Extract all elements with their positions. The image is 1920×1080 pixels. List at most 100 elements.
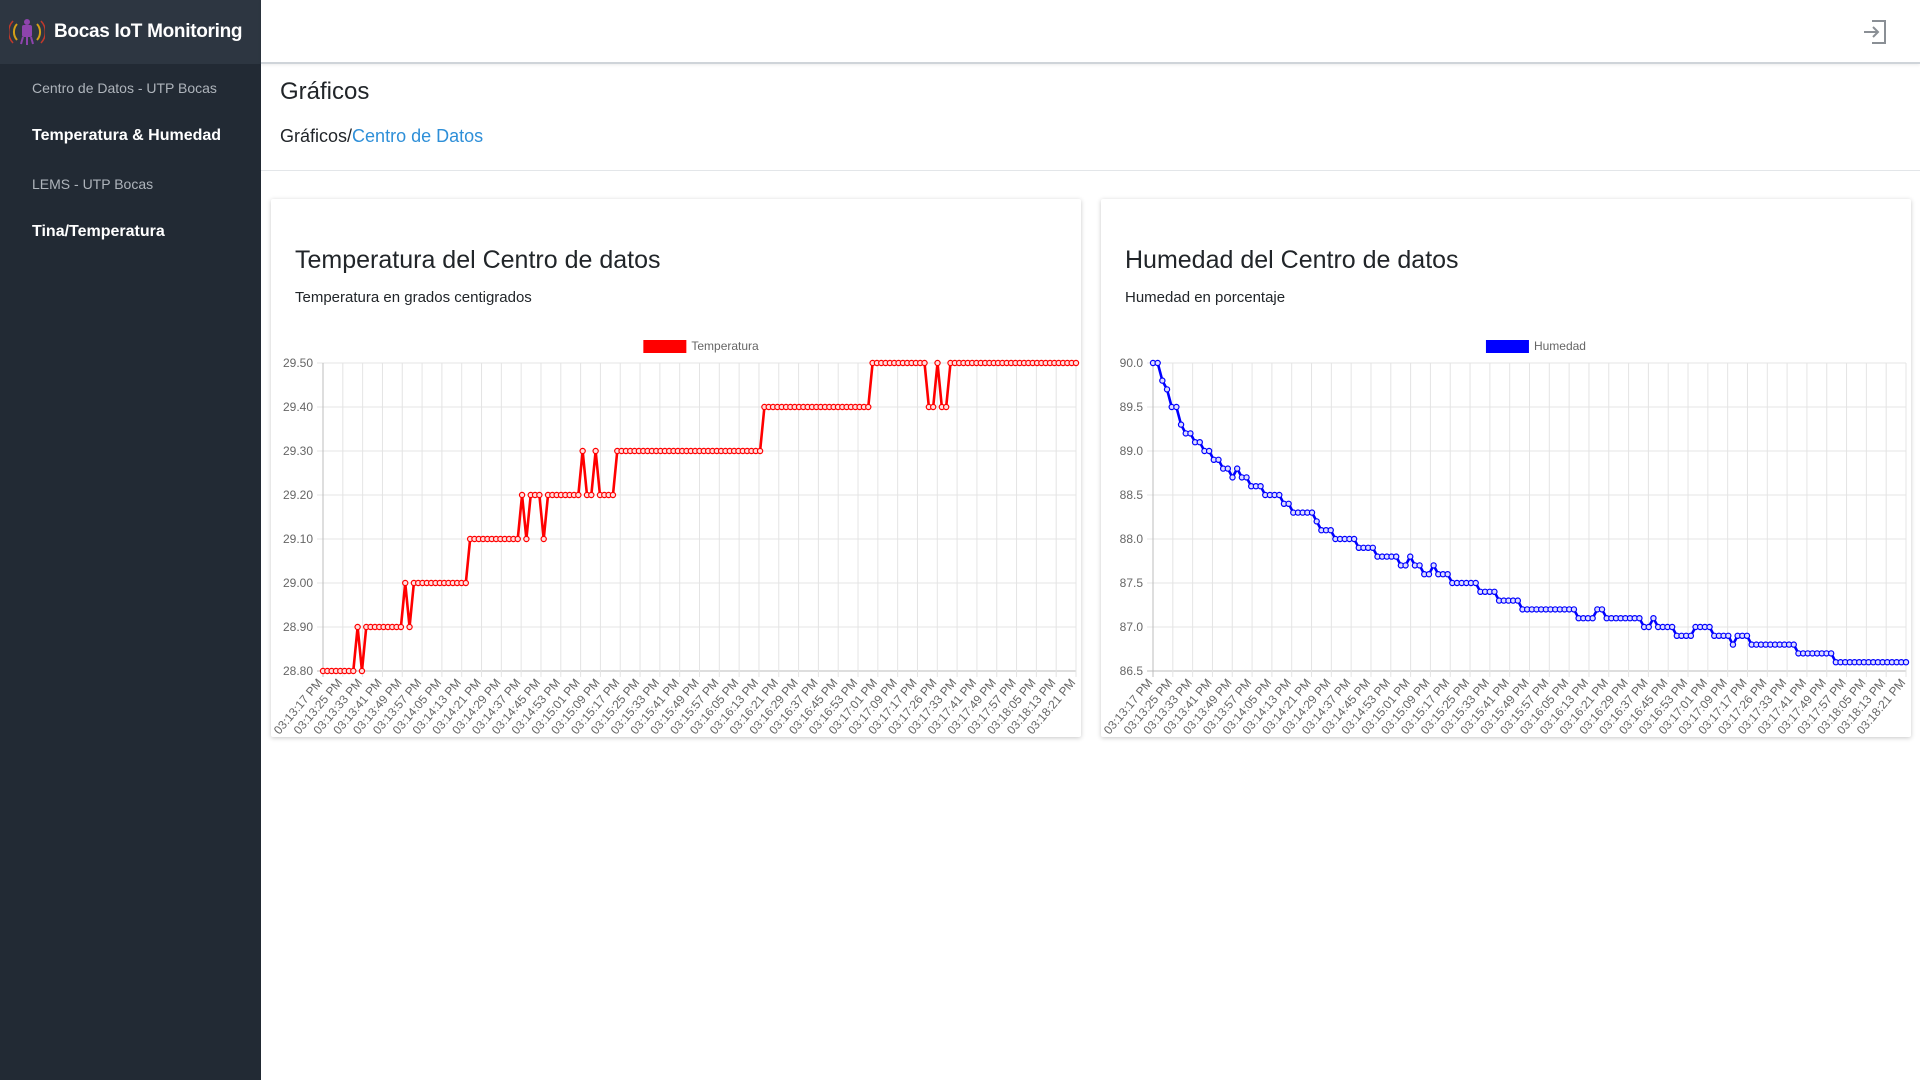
humidity-card-subtitle: Humedad en porcentaje bbox=[1125, 289, 1286, 306]
sidebar-item-tina-temperatura[interactable]: Tina/Temperatura bbox=[0, 208, 261, 256]
humidity-data-point bbox=[1598, 606, 1606, 613]
temperature-data-point bbox=[942, 403, 950, 411]
temperature-data-point bbox=[462, 579, 470, 587]
temperature-data-point bbox=[514, 535, 521, 543]
temperature-data-point bbox=[540, 535, 547, 543]
humidity-legend-swatch bbox=[1485, 340, 1529, 353]
temperature-data-point bbox=[523, 535, 530, 543]
temperature-y-tick-label: 29.30 bbox=[283, 444, 313, 458]
breadcrumb-root[interactable]: Gráficos bbox=[280, 126, 347, 146]
humidity-data-point bbox=[1706, 623, 1713, 631]
humidity-chart: Humedad90.089.589.088.588.087.587.086.50… bbox=[1101, 339, 1910, 737]
humidity-data-point bbox=[1229, 474, 1236, 481]
humidity-data-point bbox=[1725, 632, 1732, 639]
top-bar bbox=[261, 0, 1920, 64]
humidity-data-point bbox=[1313, 518, 1320, 525]
humidity-data-point bbox=[1350, 535, 1358, 543]
humidity-data-point bbox=[1327, 526, 1334, 534]
humidity-data-point bbox=[1205, 447, 1213, 455]
humidity-data-point bbox=[1636, 615, 1643, 622]
temperature-data-point bbox=[588, 491, 595, 499]
temperature-data-point bbox=[406, 623, 413, 631]
humidity-data-point bbox=[1645, 623, 1652, 631]
humidity-data-point bbox=[1187, 430, 1194, 437]
humidity-data-point bbox=[1444, 570, 1451, 578]
humidity-data-point bbox=[1430, 562, 1437, 569]
humidity-data-point bbox=[1425, 570, 1433, 578]
temperature-legend-swatch bbox=[643, 340, 687, 353]
humidity-data-point bbox=[1687, 632, 1695, 639]
temperature-data-point bbox=[592, 447, 599, 455]
humidity-data-point bbox=[1369, 544, 1377, 551]
temperature-data-point bbox=[929, 403, 937, 411]
app-title: Bocas IoT Monitoring bbox=[54, 21, 243, 42]
temperature-y-tick-label: 29.40 bbox=[283, 400, 313, 414]
humidity-data-point bbox=[1790, 641, 1797, 648]
humidity-data-point bbox=[1154, 359, 1161, 367]
humidity-y-tick-label: 89.0 bbox=[1120, 444, 1144, 458]
temperature-data-point bbox=[609, 491, 617, 499]
humidity-data-point bbox=[1472, 579, 1479, 587]
temperature-y-tick-label: 29.10 bbox=[283, 532, 313, 546]
humidity-data-point bbox=[1589, 615, 1596, 622]
temperature-data-point bbox=[921, 359, 928, 367]
temperature-y-tick-label: 29.00 bbox=[283, 576, 313, 590]
temperature-data-point bbox=[518, 491, 526, 499]
sidebar-item-temperatura-humedad[interactable]: Temperatura & Humedad bbox=[0, 112, 261, 160]
humidity-data-point bbox=[1729, 641, 1737, 648]
humidity-data-point bbox=[1407, 553, 1414, 560]
temperature-data-point bbox=[397, 623, 405, 631]
temperature-data-point bbox=[575, 491, 582, 499]
humidity-data-point bbox=[1163, 386, 1171, 393]
humidity-data-point bbox=[1308, 509, 1316, 516]
iot-satellite-logo-icon bbox=[9, 19, 45, 45]
temperature-y-tick-label: 29.20 bbox=[283, 488, 313, 502]
temperature-card: Temperatura del Centro de datos Temperat… bbox=[271, 199, 1081, 737]
humidity-y-tick-label: 89.5 bbox=[1120, 400, 1144, 414]
humidity-data-point bbox=[1173, 403, 1180, 411]
humidity-data-point bbox=[1233, 465, 1241, 472]
humidity-data-point bbox=[1827, 650, 1835, 657]
temperature-data-point bbox=[402, 579, 409, 587]
humidity-data-point bbox=[1177, 421, 1185, 428]
humidity-data-point bbox=[1491, 588, 1498, 595]
temperature-legend-label: Temperatura bbox=[691, 339, 759, 353]
temperature-data-point bbox=[934, 359, 941, 367]
breadcrumb-current[interactable]: Centro de Datos bbox=[352, 126, 483, 146]
temperature-card-subtitle: Temperatura en grados centigrados bbox=[295, 289, 532, 306]
temperature-data-point bbox=[579, 447, 586, 455]
humidity-data-point bbox=[1402, 562, 1409, 569]
humidity-data-point bbox=[1668, 623, 1676, 631]
temperature-data-point bbox=[865, 403, 872, 411]
brand[interactable]: Bocas IoT Monitoring bbox=[0, 0, 261, 64]
humidity-y-tick-label: 88.0 bbox=[1120, 532, 1144, 546]
humidity-y-tick-label: 87.5 bbox=[1120, 576, 1144, 590]
humidity-data-point bbox=[1650, 615, 1657, 622]
humidity-data-point bbox=[1196, 438, 1203, 446]
humidity-y-tick-label: 86.5 bbox=[1120, 664, 1144, 678]
humidity-data-point bbox=[1224, 465, 1232, 472]
humidity-data-point bbox=[1743, 632, 1751, 639]
temperature-data-point bbox=[354, 623, 361, 631]
humidity-legend-label: Humedad bbox=[1534, 339, 1586, 353]
logout-icon[interactable] bbox=[1861, 18, 1889, 46]
temperature-y-tick-label: 28.80 bbox=[283, 664, 313, 678]
humidity-data-point bbox=[1243, 474, 1250, 481]
humidity-data-point bbox=[1215, 456, 1222, 463]
humidity-data-point bbox=[1285, 500, 1292, 507]
humidity-data-point bbox=[1902, 659, 1910, 666]
temperature-data-point bbox=[358, 667, 366, 675]
humidity-data-point bbox=[1514, 597, 1522, 604]
sidebar-header-lems: LEMS - UTP Bocas bbox=[32, 176, 154, 192]
page-header: Gráficos Gráficos/Centro de Datos bbox=[261, 66, 1920, 171]
sidebar-header-centro-de-datos: Centro de Datos - UTP Bocas bbox=[32, 80, 217, 96]
sidebar-nav: Centro de Datos - UTP Bocas Temperatura … bbox=[0, 64, 261, 256]
temperature-y-tick-label: 28.90 bbox=[283, 620, 313, 634]
humidity-data-point bbox=[1570, 606, 1578, 613]
temperature-data-point bbox=[350, 667, 357, 675]
sidebar: Bocas IoT Monitoring Centro de Datos - U… bbox=[0, 0, 261, 1080]
humidity-data-point bbox=[1393, 553, 1400, 560]
temperature-data-point bbox=[1072, 359, 1080, 367]
humidity-y-tick-label: 87.0 bbox=[1120, 620, 1144, 634]
breadcrumb: Gráficos/Centro de Datos bbox=[280, 126, 483, 147]
